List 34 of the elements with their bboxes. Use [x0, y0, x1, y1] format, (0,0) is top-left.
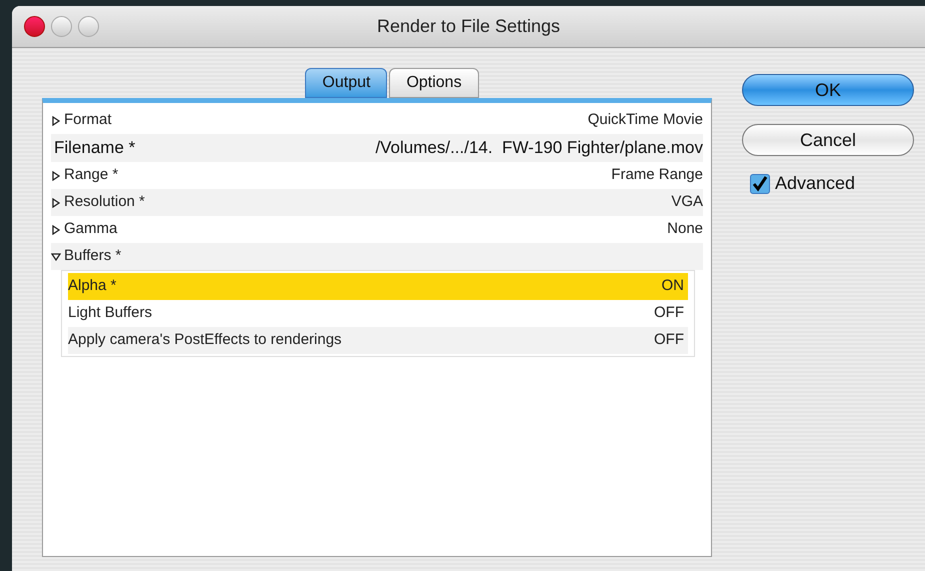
- triangle-right-icon[interactable]: [51, 116, 61, 126]
- triangle-right-icon[interactable]: [51, 224, 61, 234]
- checkbox-label: Advanced: [775, 172, 856, 195]
- setting-value: /Volumes/.../14. FW-190 Fighter/plane.mov: [375, 137, 703, 160]
- triangle-down-icon[interactable]: [51, 252, 61, 262]
- tab[interactable]: Options: [389, 68, 479, 98]
- buffer-value: ON: [662, 276, 684, 296]
- setting-label: Filename *: [53, 137, 136, 160]
- setting-value: VGA: [671, 192, 703, 212]
- buffer-label: Apply camera's PostEffects to renderings: [68, 330, 342, 350]
- window-title: Render to File Settings: [376, 15, 562, 38]
- setting-label[interactable]: Range *: [64, 164, 118, 187]
- buffer-label: Alpha *: [68, 276, 116, 296]
- triangle-right-icon[interactable]: [51, 170, 61, 180]
- setting-value: None: [667, 219, 703, 240]
- cancel-button[interactable]: Cancel: [742, 124, 914, 156]
- close-button[interactable]: [24, 16, 45, 37]
- buffer-value: OFF: [654, 330, 684, 350]
- ok-button[interactable]: OK: [742, 74, 914, 106]
- buffer-row[interactable]: Alpha * ON: [68, 273, 688, 300]
- setting-label[interactable]: Resolution *: [64, 191, 145, 214]
- setting-value: QuickTime Movie: [588, 110, 703, 130]
- advanced-checkbox[interactable]: [750, 174, 770, 194]
- buffer-row[interactable]: Apply camera's PostEffects to renderings OFF: [68, 327, 688, 354]
- buffer-row[interactable]: Light Buffers OFF: [68, 300, 688, 327]
- tab[interactable]: Output: [305, 68, 388, 98]
- setting-label[interactable]: Format: [64, 109, 112, 132]
- checkmark-icon: [752, 176, 768, 192]
- triangle-right-icon[interactable]: [51, 198, 61, 208]
- setting-label[interactable]: Buffers *: [64, 245, 122, 268]
- setting-label[interactable]: Gamma: [64, 218, 118, 241]
- buffer-label: Light Buffers: [68, 303, 152, 324]
- buffer-value: OFF: [654, 303, 684, 324]
- setting-value: Frame Range: [611, 165, 703, 186]
